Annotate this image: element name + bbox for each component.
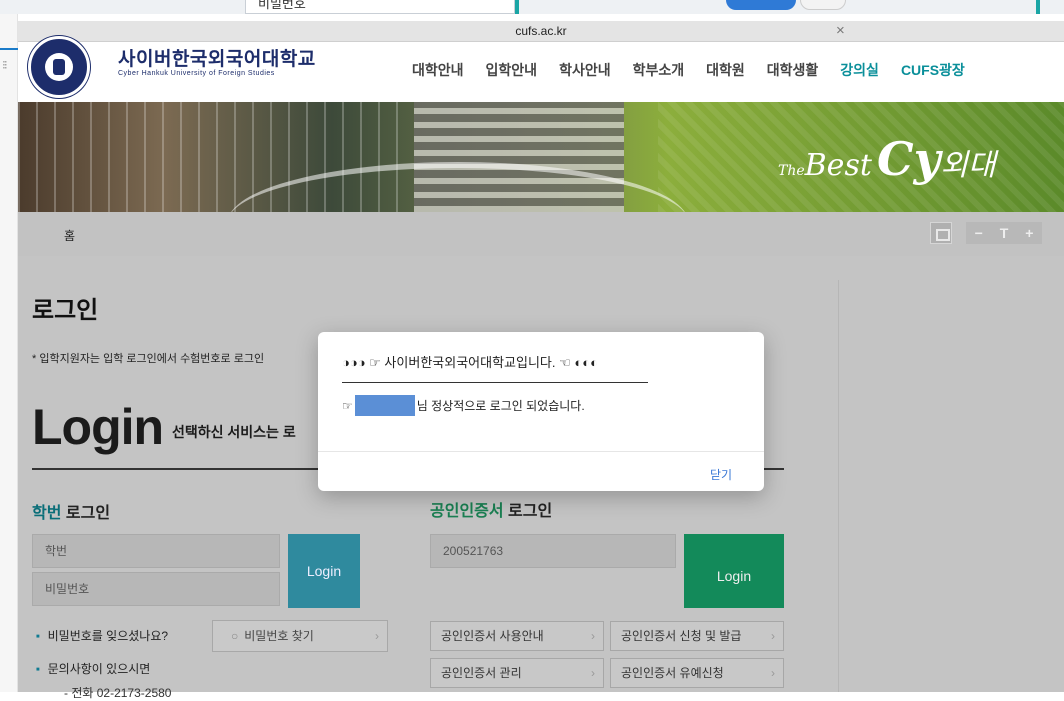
breadcrumb-home[interactable]: 홈 (64, 227, 75, 244)
student-login-button[interactable]: Login (288, 534, 360, 608)
print-icon[interactable] (930, 222, 952, 244)
font-increase-button[interactable]: + (1017, 222, 1042, 244)
slogan-best: Best (804, 148, 872, 183)
pointing-hand-icon: ☞ (342, 398, 353, 413)
dialog-footer-divider (318, 451, 764, 452)
student-password-input[interactable]: 비밀번호 (32, 572, 280, 606)
arrow-icon: › (771, 629, 775, 643)
dialog-message-text: 님 정상적으로 로그인 되었습니다. (416, 399, 585, 413)
close-tab-icon[interactable]: × (836, 22, 845, 39)
partial-blue-button (726, 0, 796, 10)
cert-login-title-hl: 공인인증서 (430, 503, 504, 520)
slogan-the: The (778, 163, 805, 179)
strip-accent-left (515, 0, 519, 14)
page-title: 로그인 (32, 297, 99, 324)
partial-pill-button (800, 0, 846, 10)
inquiry-text: 문의사항이 있으시면 (36, 660, 151, 677)
cert-usage-button[interactable]: 공인인증서 사용안내 › (430, 621, 604, 651)
nav-item-7[interactable]: CUFS광장 (901, 60, 965, 80)
drag-dots-icon: ⁝⁝ (2, 58, 7, 72)
nav-item-2[interactable]: 학사안내 (559, 60, 611, 80)
cert-reissue-label: 공인인증서 유예신청 (621, 666, 724, 680)
partial-password-field: 비밀번호 (245, 0, 515, 14)
login-heading: Login (32, 399, 164, 455)
dialog-message: ☞ 님 정상적으로 로그인 되었습니다. (342, 395, 585, 416)
cert-login-title: 공인인증서 로그인 (430, 497, 552, 521)
cert-usage-label: 공인인증서 사용안내 (441, 629, 544, 643)
cert-reissue-button[interactable]: 공인인증서 유예신청 › (610, 658, 784, 688)
phone-text: - 전화 02-2173-2580 (64, 686, 172, 700)
background-page-strip: 비밀번호 (0, 0, 1064, 14)
university-name[interactable]: 사이버한국외국어대학교 (118, 44, 316, 71)
nav-item-1[interactable]: 입학안내 (486, 60, 538, 80)
sidebar-divider (838, 280, 839, 692)
university-emblem-icon[interactable] (28, 36, 90, 98)
font-decrease-button[interactable]: − (966, 222, 991, 244)
dialog-close-button[interactable]: 닫기 (710, 466, 732, 483)
edge-blue-line (0, 48, 18, 50)
find-password-button[interactable]: ○ 비밀번호 찾기 › (212, 620, 388, 652)
arrow-icon: › (591, 629, 595, 643)
login-subheading: 선택하신 서비스는 로 (172, 424, 296, 440)
breadcrumb-bar (18, 212, 1064, 256)
university-english-name: Cyber Hankuk University of Foreign Studi… (118, 70, 275, 77)
cert-manage-label: 공인인증서 관리 (441, 666, 522, 680)
font-size-controls: − T + (966, 222, 1042, 244)
nav-item-3[interactable]: 학부소개 (633, 60, 685, 80)
cert-id-input[interactable]: 200521763 (430, 534, 676, 568)
font-reset-button[interactable]: T (991, 222, 1016, 244)
strip-accent-right (1036, 0, 1040, 14)
cert-issue-label: 공인인증서 신청 및 발급 (621, 629, 742, 643)
left-window-edge: ⁝⁝ (0, 14, 18, 692)
cert-issue-button[interactable]: 공인인증서 신청 및 발급 › (610, 621, 784, 651)
student-login-title-hl: 학번 (32, 505, 62, 522)
slogan-tail: 외대 (940, 148, 996, 183)
student-login-title-rest: 로그인 (61, 505, 111, 522)
campus-banner: TheBest Cy외대 (18, 102, 1064, 212)
student-login-title: 학번 로그인 (32, 499, 110, 523)
cert-login-button[interactable]: Login (684, 534, 784, 608)
nav-item-5[interactable]: 대학생활 (767, 60, 819, 80)
main-nav: 대학안내 입학안내 학사안내 학부소개 대학원 대학생활 강의실 CUFS광장 (412, 60, 965, 80)
dialog-divider (342, 382, 648, 383)
redacted-username (354, 395, 415, 416)
login-success-dialog: ◑◑◑ ☞ 사이버한국외국어대학교입니다. ☜ ◐◐◐ ☞ 님 정상적으로 로그… (318, 332, 764, 491)
url-text: cufs.ac.kr (515, 24, 567, 38)
dialog-title: ◑◑◑ ☞ 사이버한국외국어대학교입니다. ☜ ◐◐◐ (342, 355, 598, 370)
applicant-notice: * 입학지원자는 입학 로그인에서 수험번호로 로그인 (32, 353, 265, 365)
search-icon: ○ (231, 629, 239, 643)
emblem-inner (45, 53, 73, 81)
cert-manage-button[interactable]: 공인인증서 관리 › (430, 658, 604, 688)
banner-slogan: TheBest Cy외대 (778, 132, 996, 186)
forgot-password-text: 비밀번호를 잊으셨나요? (36, 627, 168, 644)
arrow-icon: › (771, 666, 775, 680)
arrow-icon: › (591, 666, 595, 680)
emblem-core (53, 59, 65, 75)
nav-item-6[interactable]: 강의실 (840, 60, 879, 80)
slogan-cy: Cy (877, 132, 941, 186)
cert-login-title-rest: 로그인 (503, 503, 553, 520)
nav-item-4[interactable]: 대학원 (706, 60, 745, 80)
find-password-label: 비밀번호 찾기 (244, 629, 314, 643)
student-id-input[interactable]: 학번 (32, 534, 280, 568)
nav-item-0[interactable]: 대학안내 (412, 60, 464, 80)
address-bar[interactable]: cufs.ac.kr × (18, 21, 1064, 42)
arrow-icon: › (375, 629, 379, 643)
